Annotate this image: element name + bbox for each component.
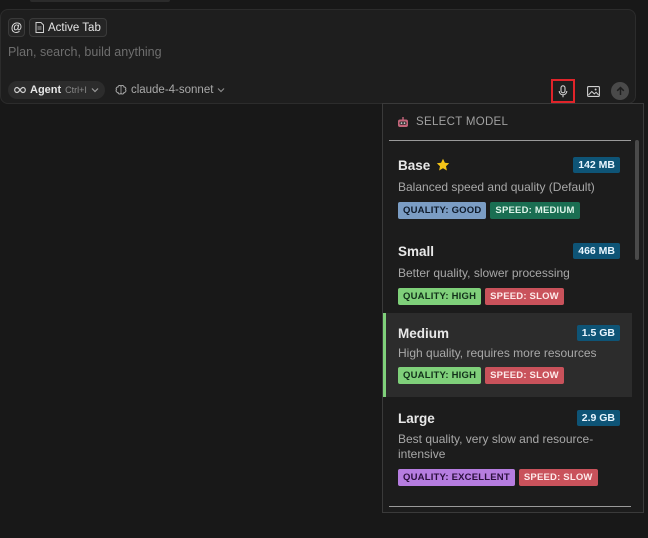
dropdown-scrollbar[interactable] [635,140,639,260]
chat-composer: @ Active Tab Plan, search, build anythin… [0,9,636,104]
context-chips: @ Active Tab [8,18,107,37]
agent-label: Agent [30,84,62,96]
quality-badge: QUALITY: HIGH [398,288,482,305]
top-edge [30,0,170,2]
mention-button[interactable]: @ [8,18,25,37]
model-select-dropdown: SELECT MODEL Base 142 MB Balanced speed … [382,103,644,513]
agent-mode-selector[interactable]: Agent Ctrl+I [8,81,105,99]
active-tab-label: Active Tab [48,21,101,34]
model-size-badge: 2.9 GB [576,410,620,426]
model-description: High quality, requires more resources [398,346,597,360]
quality-badge: QUALITY: GOOD [398,202,487,219]
model-description: Best quality, very slow and resource-int… [398,432,594,461]
model-name-text: Base [398,157,431,173]
robot-icon [398,116,408,127]
quality-badge: QUALITY: HIGH [398,367,482,384]
model-option-medium[interactable]: Medium 1.5 GB High quality, requires mor… [383,313,632,397]
chevron-down-icon [217,88,225,93]
image-icon [586,85,600,97]
brain-icon [115,85,127,95]
dropdown-title: SELECT MODEL [416,116,509,128]
send-button[interactable] [611,82,629,100]
file-icon [35,22,44,33]
model-description: Balanced speed and quality (Default) [398,180,595,194]
model-option-small[interactable]: Small 466 MB Better quality, slower proc… [383,227,632,313]
dropdown-header: SELECT MODEL [383,104,643,140]
model-option-large[interactable]: Large 2.9 GB Best quality, very slow and… [383,397,632,493]
speed-badge: SPEED: SLOW [485,288,564,305]
image-attach-button[interactable] [585,83,601,99]
microphone-button[interactable] [551,79,575,103]
model-name: Large [398,410,435,426]
arrow-up-icon [616,86,624,95]
infinity-icon [14,86,26,94]
microphone-icon [558,84,568,97]
model-selector[interactable]: claude-4-sonnet [115,84,225,96]
agent-shortcut: Ctrl+I [65,85,87,95]
model-name: Small [398,243,435,259]
star-icon [437,158,450,171]
composer-actions [551,79,629,103]
model-name: Medium [398,325,450,341]
model-description: Better quality, slower processing [398,266,570,280]
model-size-badge: 142 MB [573,157,620,173]
model-option-base[interactable]: Base 142 MB Balanced speed and quality (… [383,141,632,227]
speed-badge: SPEED: MEDIUM [490,202,580,219]
speed-badge: SPEED: SLOW [485,367,564,384]
speed-badge: SPEED: SLOW [518,469,598,486]
model-name: Base [398,158,450,173]
footer-divider [389,506,631,507]
active-tab-chip[interactable]: Active Tab [29,18,107,37]
model-size-badge: 466 MB [573,243,620,259]
quality-badge: QUALITY: EXCELLENT [398,469,515,486]
prompt-input[interactable]: Plan, search, build anything [8,45,162,59]
composer-toolbar: Agent Ctrl+I claude-4-sonnet [8,81,225,99]
model-label: claude-4-sonnet [130,84,214,96]
chevron-down-icon [91,88,99,93]
model-size-badge: 1.5 GB [576,325,620,341]
at-label: @ [10,21,23,34]
